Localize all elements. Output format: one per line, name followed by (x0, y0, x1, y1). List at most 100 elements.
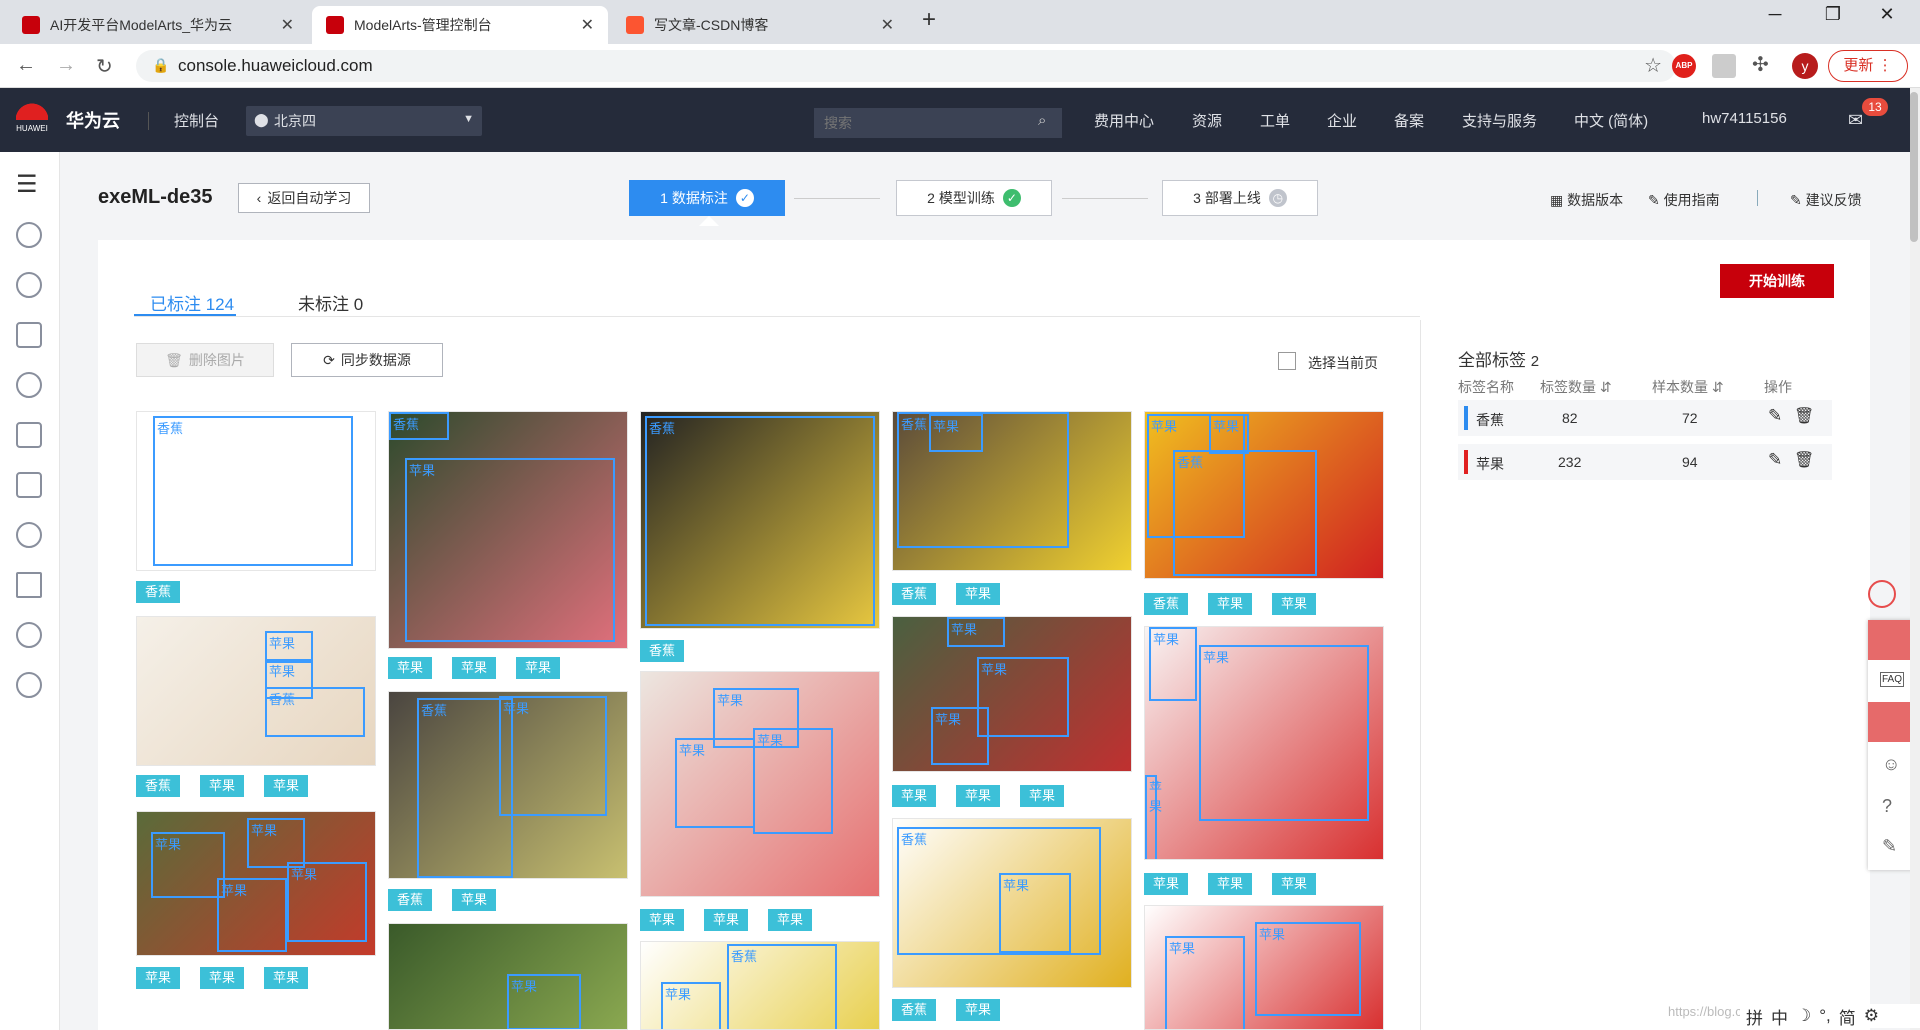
image-card[interactable]: 香蕉 苹果 (892, 818, 1132, 988)
document-icon[interactable] (16, 472, 42, 498)
image-card[interactable]: 苹果 苹果 香蕉 (136, 616, 376, 766)
image-card[interactable]: 香蕉 苹果 (640, 941, 880, 1030)
delete-image-button[interactable]: 🗑 删除图片 (136, 343, 274, 377)
network-cloud-icon[interactable] (16, 522, 42, 548)
browser-tab[interactable]: 写文章-CSDN博客 ✕ (612, 6, 908, 44)
nav-icp[interactable]: 备案 (1394, 110, 1424, 131)
nav-support[interactable]: 支持与服务 (1462, 110, 1537, 131)
close-icon[interactable]: ✕ (881, 15, 894, 35)
console-link[interactable]: 控制台 (174, 110, 219, 131)
ime-pinyin[interactable]: 拼 (1746, 1004, 1763, 1029)
step-training[interactable]: 2 模型训练 ✓ (896, 180, 1052, 216)
back-icon[interactable]: ← (16, 54, 36, 77)
nav-username[interactable]: hw74115156 (1702, 110, 1787, 127)
image-card[interactable]: 苹果 苹果 苹果 (892, 616, 1132, 772)
adblock-icon[interactable]: ABP (1672, 54, 1696, 78)
extension-icon[interactable] (1712, 54, 1736, 78)
user-guide-link[interactable]: ✎ 使用指南 (1648, 190, 1720, 210)
faq-icon[interactable]: FAQ (1880, 672, 1905, 687)
image-card[interactable]: 苹果 苹果 苹果 (1144, 626, 1384, 860)
gear-icon[interactable]: ⚙ (1864, 1006, 1879, 1026)
moon-icon[interactable]: ☽ (1796, 1006, 1811, 1026)
cloud-service-icon[interactable] (16, 222, 42, 248)
edit-icon[interactable]: ✎ (1768, 450, 1782, 470)
step-annotation[interactable]: 1 数据标注 ✓ (629, 180, 785, 216)
back-to-automl-button[interactable]: ‹ 返回自动学习 (238, 183, 370, 213)
mail-icon[interactable]: ✉ (1848, 110, 1863, 131)
close-icon[interactable]: ✕ (581, 15, 594, 35)
data-version-link[interactable]: ▦ 数据版本 (1550, 190, 1623, 210)
new-tab-icon[interactable]: + (922, 6, 936, 34)
trash-icon[interactable]: 🗑 (1794, 450, 1814, 470)
restore-icon[interactable]: ❐ (1810, 4, 1856, 25)
image-card[interactable]: 苹果 苹果 苹果 苹果 (136, 811, 376, 956)
cluster-icon[interactable] (16, 272, 42, 298)
tab-labeled[interactable]: 已标注 124 (150, 290, 234, 315)
image-card[interactable]: 香蕉 (640, 411, 880, 629)
nav-resources[interactable]: 资源 (1192, 110, 1222, 131)
ip-icon[interactable] (16, 672, 42, 698)
step-label: 3 部署上线 (1193, 190, 1261, 206)
window-close-icon[interactable]: ✕ (1864, 4, 1910, 25)
browser-tab[interactable]: AI开发平台ModelArts_华为云 ✕ (8, 6, 308, 44)
nav-billing[interactable]: 费用中心 (1094, 110, 1154, 131)
nav-language[interactable]: 中文 (简体) (1574, 110, 1648, 131)
image-card[interactable]: 苹果 苹果 苹果 (640, 671, 880, 897)
col-header-label-count[interactable]: 标签数量 ⇵ (1540, 377, 1612, 397)
search-input[interactable] (814, 108, 1062, 138)
huawei-logo[interactable]: HUAWEI (12, 98, 52, 142)
device-icon[interactable] (16, 422, 42, 448)
nav-tickets[interactable]: 工单 (1260, 110, 1290, 131)
ime-simplified[interactable]: 简 (1839, 1004, 1856, 1029)
label-row[interactable]: 苹果 232 94 ✎ 🗑 (1458, 444, 1832, 480)
star-icon[interactable]: ☆ (1644, 53, 1662, 78)
reload-icon[interactable]: ↻ (96, 54, 113, 79)
storage-icon[interactable] (16, 372, 42, 398)
annotation-box: 苹果 (977, 657, 1069, 737)
help-icon[interactable]: ? (1882, 796, 1892, 817)
search-icon[interactable]: ⌕ (1038, 112, 1046, 129)
menu-icon[interactable]: ☰ (16, 170, 38, 199)
select-page-checkbox[interactable] (1278, 352, 1296, 370)
puzzle-icon[interactable]: ✣ (1752, 52, 1769, 77)
nav-enterprise[interactable]: 企业 (1327, 110, 1357, 131)
tab-unlabeled[interactable]: 未标注 0 (298, 290, 363, 315)
assistant-icon[interactable] (1868, 580, 1896, 608)
edit-icon[interactable]: ✎ (1768, 406, 1782, 426)
close-icon[interactable]: ✕ (281, 15, 294, 35)
trash-icon[interactable]: 🗑 (1794, 406, 1814, 426)
image-card[interactable]: 香蕉 苹果 (388, 691, 628, 879)
ime-chinese[interactable]: 中 (1771, 1004, 1788, 1029)
note-icon[interactable]: ✎ (1882, 836, 1897, 857)
feedback-link[interactable]: ✎ 建议反馈 (1790, 190, 1862, 210)
smile-icon[interactable]: ☺ (1882, 754, 1900, 775)
brand-name[interactable]: 华为云 (66, 107, 120, 133)
image-card[interactable]: 香蕉 苹果 (892, 411, 1132, 571)
region-select[interactable]: ⬤ 北京四 ▼ (246, 106, 482, 136)
url-field[interactable]: 🔒 console.huaweicloud.com ☆ (136, 50, 1676, 82)
punct-icon[interactable]: °, (1819, 1006, 1831, 1026)
globe-icon[interactable] (16, 622, 42, 648)
col-header-sample-count[interactable]: 样本数量 ⇵ (1652, 377, 1724, 397)
browser-tab-active[interactable]: ModelArts-管理控制台 ✕ (312, 6, 608, 44)
ime-toolbar[interactable]: 拼 中 ☽ °, 简 ⚙ (1740, 1004, 1920, 1028)
step-deploy[interactable]: 3 部署上线 ◷ (1162, 180, 1318, 216)
image-card[interactable]: 香蕉 (136, 411, 376, 571)
sync-datasource-button[interactable]: ⟳ 同步数据源 (291, 343, 443, 377)
image-card[interactable]: 苹果 (388, 923, 628, 1030)
image-card[interactable]: 苹果 香蕉 苹果 (1144, 411, 1384, 579)
label-row[interactable]: 香蕉 82 72 ✎ 🗑 (1458, 400, 1832, 436)
avatar[interactable]: y (1792, 53, 1818, 79)
analytics-icon[interactable] (16, 322, 42, 348)
scrollbar-thumb[interactable] (1910, 92, 1918, 242)
image-card[interactable]: 苹果 苹果 (1144, 905, 1384, 1030)
update-button[interactable]: 更新 ⋮ (1828, 50, 1908, 82)
chat-icon[interactable] (1868, 702, 1916, 742)
deploy-icon[interactable] (16, 572, 42, 598)
minimize-icon[interactable]: ─ (1752, 4, 1798, 25)
scrollbar-track[interactable] (1910, 88, 1920, 1030)
start-training-button[interactable]: 开始训练 (1720, 264, 1834, 298)
forward-icon[interactable]: → (56, 54, 76, 77)
service-icon[interactable] (1868, 620, 1916, 660)
image-card[interactable]: 香蕉 苹果 (388, 411, 628, 649)
